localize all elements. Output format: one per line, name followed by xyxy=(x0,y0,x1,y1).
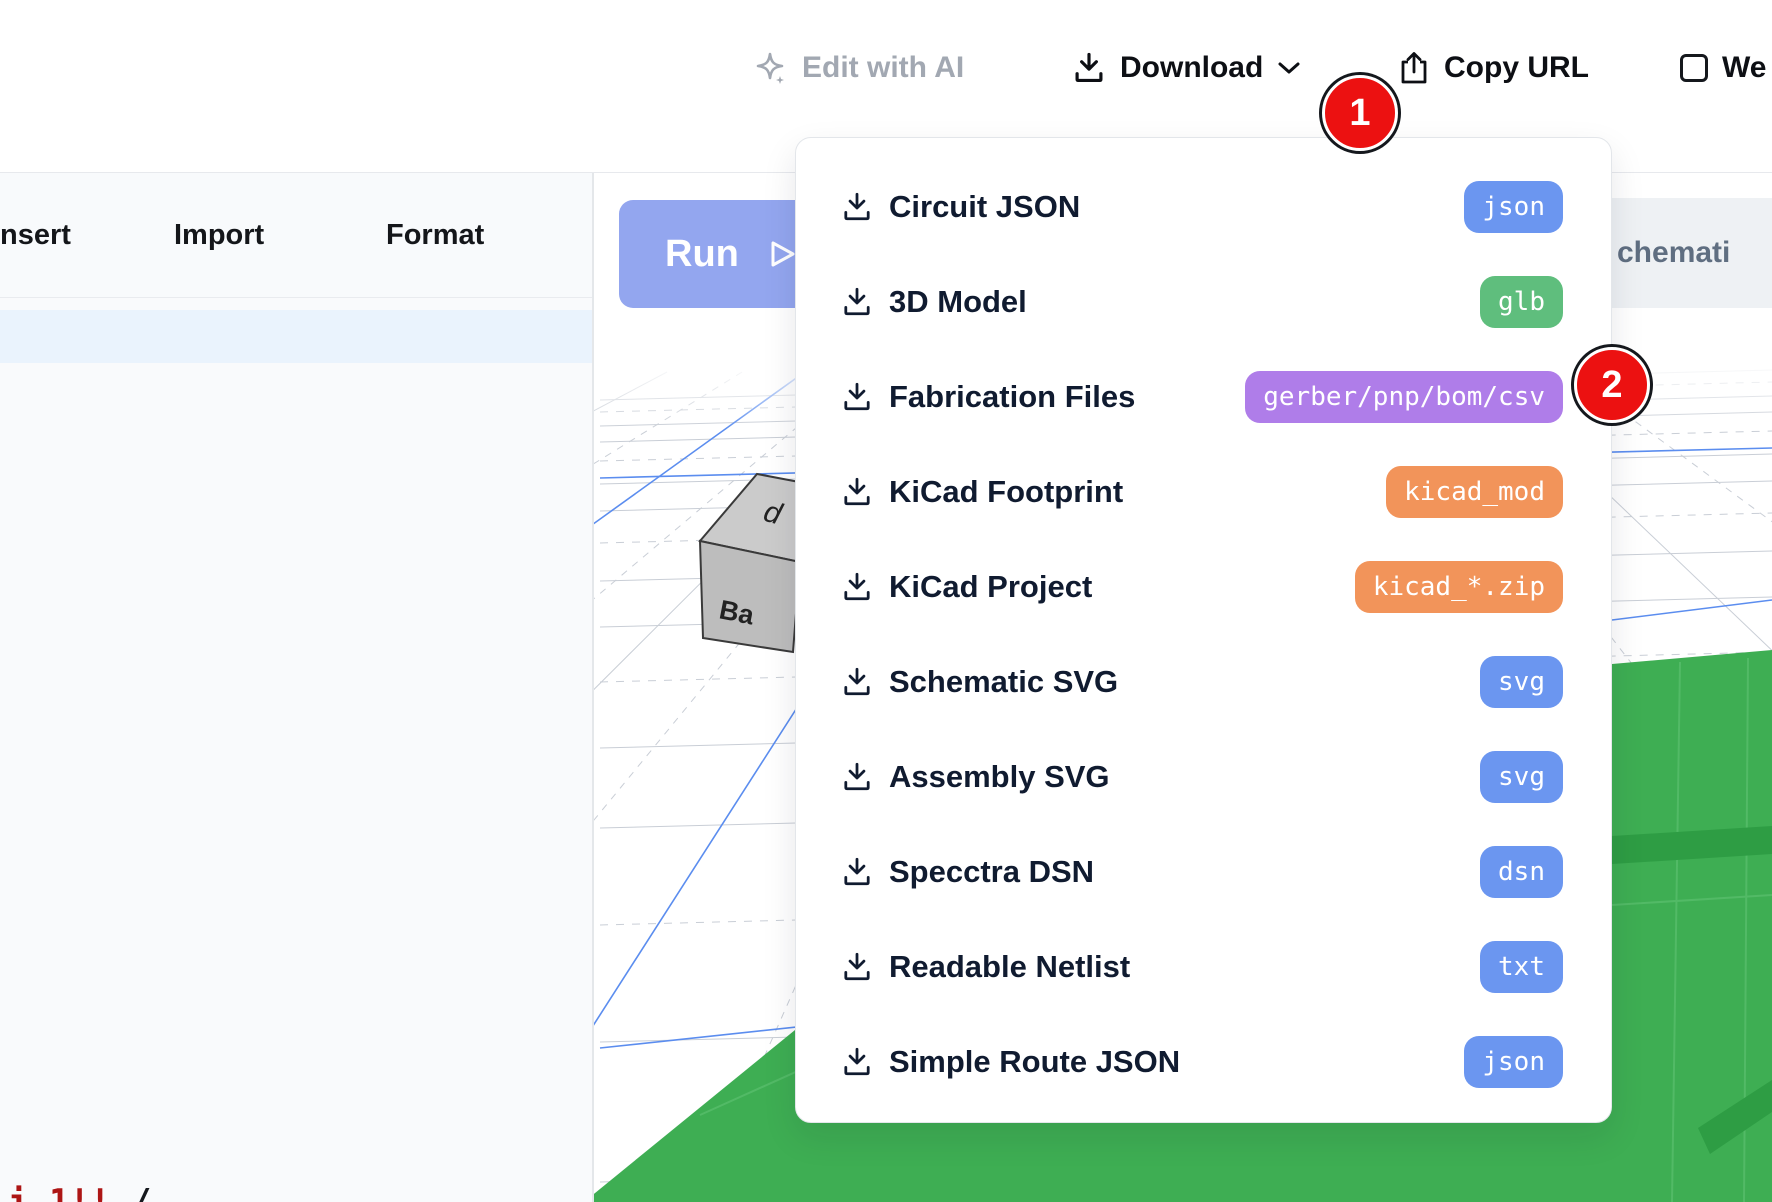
file-format-badge: kicad_mod xyxy=(1386,466,1563,518)
annotation-step-1-number: 1 xyxy=(1349,92,1370,135)
editor-menubar: nsert Import Format xyxy=(0,173,592,298)
download-icon xyxy=(841,666,873,698)
download-icon xyxy=(1072,51,1106,85)
download-menu-item-label: Schematic SVG xyxy=(889,664,1118,700)
download-menu-item[interactable]: KiCad Footprint kicad_mod xyxy=(796,444,1611,539)
menu-format[interactable]: Format xyxy=(386,173,484,297)
share-icon xyxy=(1398,50,1430,86)
tab-schematic-label: chemati xyxy=(1617,236,1730,270)
annotation-step-2: 2 xyxy=(1574,347,1650,423)
download-menu-item[interactable]: Schematic SVG svg xyxy=(796,634,1611,729)
download-menu-item[interactable]: Specctra DSN dsn xyxy=(796,824,1611,919)
play-icon xyxy=(769,239,797,269)
editor-partial-code-line: i 1!! / xyxy=(8,1183,568,1202)
download-icon xyxy=(841,381,873,413)
download-menu-item[interactable]: Simple Route JSON json xyxy=(796,1014,1611,1109)
code-fragment-slash: / xyxy=(131,1183,151,1202)
file-format-badge: json xyxy=(1464,1036,1563,1088)
download-menu-item-label: Circuit JSON xyxy=(889,189,1080,225)
download-menu-item-label: KiCad Project xyxy=(889,569,1092,605)
download-menu-item-label: Assembly SVG xyxy=(889,759,1110,795)
code-fragment-red: i 1!! xyxy=(8,1183,110,1202)
download-menu-item-label: Fabrication Files xyxy=(889,379,1135,415)
download-menu-item-label: 3D Model xyxy=(889,284,1027,320)
run-button-label: Run xyxy=(665,233,739,276)
download-icon xyxy=(841,571,873,603)
file-format-badge: svg xyxy=(1480,751,1563,803)
download-icon xyxy=(841,856,873,888)
tab-schematic[interactable]: chemati xyxy=(1612,198,1772,308)
webview-label: We xyxy=(1722,51,1766,85)
download-menu-item[interactable]: Readable Netlist txt xyxy=(796,919,1611,1014)
download-icon xyxy=(841,761,873,793)
editor-highlighted-line[interactable] xyxy=(0,310,592,363)
pane-divider xyxy=(592,173,594,1202)
file-format-badge: glb xyxy=(1480,276,1563,328)
download-icon xyxy=(841,476,873,508)
download-icon xyxy=(841,951,873,983)
menu-insert[interactable]: nsert xyxy=(0,173,71,297)
file-format-badge: gerber/pnp/bom/csv xyxy=(1245,371,1563,423)
download-icon xyxy=(841,1046,873,1078)
download-button[interactable]: Download xyxy=(1072,36,1301,100)
download-dropdown-menu: Circuit JSON json 3D Model glb Fabricati… xyxy=(795,137,1612,1123)
file-format-badge: svg xyxy=(1480,656,1563,708)
download-menu-item-label: Simple Route JSON xyxy=(889,1044,1180,1080)
app-window: d Ba Run xyxy=(0,0,1772,1202)
webview-toggle[interactable]: We xyxy=(1680,36,1766,100)
file-format-badge: kicad_*.zip xyxy=(1355,561,1563,613)
code-editor-pane[interactable]: nsert Import Format i 1!! / xyxy=(0,173,592,1202)
copy-url-button[interactable]: Copy URL xyxy=(1398,36,1589,100)
download-menu-item[interactable]: KiCad Project kicad_*.zip xyxy=(796,539,1611,634)
download-menu-item[interactable]: 3D Model glb xyxy=(796,254,1611,349)
download-menu-item[interactable]: Assembly SVG svg xyxy=(796,729,1611,824)
sparkle-icon xyxy=(752,50,788,86)
edit-with-ai-label: Edit with AI xyxy=(802,51,964,85)
annotation-step-2-number: 2 xyxy=(1601,364,1622,407)
download-icon xyxy=(841,191,873,223)
run-button[interactable]: Run xyxy=(619,200,819,308)
download-menu-item[interactable]: Fabrication Files gerber/pnp/bom/csv xyxy=(796,349,1611,444)
download-icon xyxy=(841,286,873,318)
edit-with-ai-button[interactable]: Edit with AI xyxy=(752,36,964,100)
download-menu-item-label: KiCad Footprint xyxy=(889,474,1123,510)
file-format-badge: dsn xyxy=(1480,846,1563,898)
checkbox-icon[interactable] xyxy=(1680,54,1708,82)
download-menu-item[interactable]: Circuit JSON json xyxy=(796,159,1611,254)
file-format-badge: txt xyxy=(1480,941,1563,993)
download-label: Download xyxy=(1120,51,1263,85)
annotation-step-1: 1 xyxy=(1322,75,1398,151)
menu-import[interactable]: Import xyxy=(174,173,264,297)
file-format-badge: json xyxy=(1464,181,1563,233)
download-menu-item-label: Readable Netlist xyxy=(889,949,1130,985)
download-menu-item-label: Specctra DSN xyxy=(889,854,1094,890)
chevron-down-icon xyxy=(1277,61,1301,75)
copy-url-label: Copy URL xyxy=(1444,51,1589,85)
